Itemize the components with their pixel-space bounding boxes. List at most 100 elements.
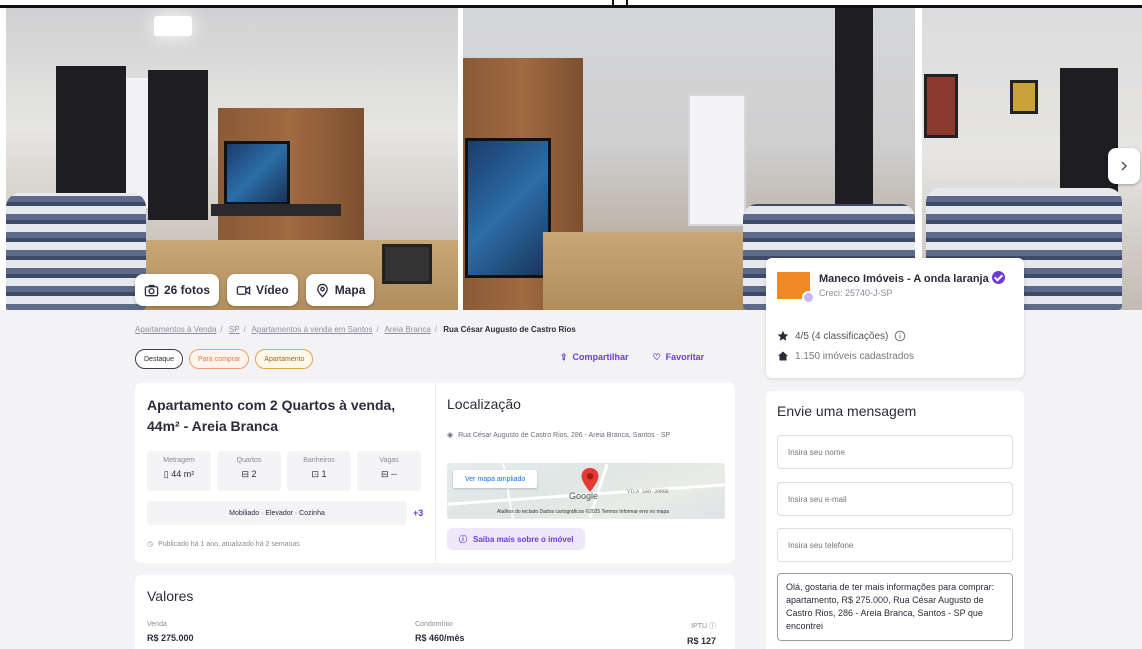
value-iptu: IPTU ⓘ R$ 127: [687, 621, 716, 646]
posted-info: ◷ Publicado há 1 ano, atualizado há 2 se…: [147, 540, 300, 549]
value-amount: R$ 127: [687, 636, 717, 646]
map-button-label: Mapa: [334, 283, 366, 297]
feature-bedrooms: Quartos ⊟ 2: [217, 451, 281, 491]
tag-purpose: Para comprar: [188, 349, 250, 369]
heart-icon: ♡: [652, 352, 661, 362]
value-sale: Venda R$ 275.000: [147, 621, 194, 643]
feature-value-text: 44 m²: [171, 469, 195, 479]
feature-value: ⊟ --: [357, 469, 421, 480]
info-icon[interactable]: [894, 330, 906, 342]
share-label: Compartilhar: [572, 352, 629, 362]
shelf: [211, 204, 341, 216]
share-icon: ⇪: [560, 352, 568, 362]
posted-text: Publicado há 1 ano, atualizado há 2 sema…: [158, 540, 300, 548]
favorite-button[interactable]: ♡ Favoritar: [653, 352, 705, 363]
map-button[interactable]: Mapa: [305, 274, 375, 306]
advertiser-creci: Creci: 25740-J-SP: [819, 288, 893, 298]
video-button-label: Vídeo: [256, 283, 289, 297]
sofa: [6, 193, 146, 310]
value-label: IPTU ⓘ: [687, 621, 716, 631]
favorite-label: Favoritar: [665, 352, 705, 362]
value-label: Venda: [147, 621, 167, 628]
feature-value: ⊟ 2: [217, 469, 281, 480]
curtain: [148, 70, 208, 220]
star-icon: [777, 330, 789, 341]
map-attribution[interactable]: Atalhos do teclado Dados cartográficos ©…: [497, 509, 669, 515]
bed-icon: ⊟: [241, 469, 249, 479]
breadcrumb-separator: /: [220, 325, 223, 334]
values-title: Valores: [147, 588, 194, 604]
advertiser-name[interactable]: Maneco Imóveis - A onda laranja: [819, 271, 1005, 285]
bath-icon: ⊡: [311, 469, 319, 479]
feature-parking: Vagas ⊟ --: [357, 451, 421, 491]
camera-icon: [144, 284, 159, 296]
value-amount: R$ 275.000: [147, 633, 194, 643]
feature-label: Quartos: [236, 457, 262, 464]
door: [688, 94, 746, 226]
car-icon: ⊟: [380, 469, 389, 479]
media-buttons: 26 fotos Vídeo Mapa: [135, 274, 375, 306]
value-label-text: IPTU: [691, 623, 708, 630]
feature-value: ▯ 44 m²: [147, 469, 211, 480]
name-input[interactable]: [777, 435, 1013, 469]
feature-area: Metragem ▯ 44 m²: [147, 451, 211, 491]
photos-button[interactable]: 26 fotos: [135, 274, 220, 306]
advertiser-properties: 1.150 imóveis cadastrados: [777, 350, 914, 362]
feature-value: ⊡ 1: [287, 469, 351, 480]
breadcrumb-link[interactable]: Areia Branca: [385, 325, 431, 334]
address-text: Rua César Augusto de Castro Rios, 286 - …: [458, 432, 671, 439]
info-icon: ⓘ: [459, 534, 467, 544]
advertiser-card[interactable]: Maneco Imóveis - A onda laranja Creci: 2…: [766, 258, 1024, 378]
location-map[interactable]: Ver mapa ampliado Google VILA SÃO JORGE …: [447, 463, 725, 519]
map-pin-icon: [581, 468, 599, 492]
advertiser-rating: 4/5 (4 classificações): [777, 330, 906, 342]
value-label: Condomínio: [415, 621, 453, 628]
breadcrumb-separator: /: [376, 325, 379, 334]
card-divider: [435, 383, 436, 563]
top-border: [0, 0, 1142, 8]
video-button[interactable]: Vídeo: [227, 274, 298, 306]
breadcrumb-current: Rua César Augusto de Castro Rios: [443, 325, 576, 334]
info-icon[interactable]: ⓘ: [709, 623, 716, 630]
map-area-label: VILA SÃO JORGE: [627, 489, 670, 495]
rating-text: 4/5 (4 classificações): [795, 330, 889, 342]
tag-highlight: Destaque: [135, 349, 183, 369]
photos-button-label: 26 fotos: [164, 283, 211, 297]
location-pin-icon: ◉: [447, 432, 454, 439]
logo-badge: [802, 291, 815, 304]
wall-painting: [924, 74, 958, 138]
email-input[interactable]: [777, 482, 1013, 516]
television: [465, 138, 551, 278]
know-more-label: Saiba mais sobre o imóvel: [473, 534, 574, 544]
features-list: Metragem ▯ 44 m² Quartos ⊟ 2 Banheiros ⊡…: [147, 451, 421, 491]
google-logo: Google: [569, 491, 599, 501]
breadcrumb: Apartamentos à Venda / SP / Apartamentos à…: [135, 325, 576, 334]
listing-title: Apartamento com 2 Quartos à venda, 44m² …: [147, 397, 396, 434]
wall-painting: [1010, 80, 1038, 114]
feature-value-text: 1: [321, 469, 327, 479]
more-amenities-link[interactable]: +3: [413, 508, 423, 518]
breadcrumb-link[interactable]: SP: [229, 325, 240, 334]
message-textarea[interactable]: Olá, gostaria de ter mais informações pa…: [777, 573, 1013, 641]
listing-tags: Destaque Para comprar Apartamento: [135, 349, 314, 369]
clock-icon: ◷: [147, 541, 154, 548]
share-button[interactable]: ⇪ Compartilhar: [560, 352, 629, 363]
tag-type: Apartamento: [255, 349, 314, 369]
breadcrumb-link[interactable]: Apartamentos à venda em Santos: [252, 325, 373, 334]
feature-value-text: 2: [251, 469, 257, 479]
listing-actions: ⇪ Compartilhar ♡ Favoritar: [560, 352, 704, 363]
location-pin-icon: [316, 283, 328, 297]
gallery-photo-living-room[interactable]: [6, 8, 458, 310]
phone-input[interactable]: [777, 528, 1013, 562]
contact-form: Envie uma mensagem Olá, gostaria de ter …: [766, 391, 1024, 649]
feature-label: Vagas: [379, 457, 399, 464]
view-larger-map-button[interactable]: Ver mapa ampliado: [453, 470, 538, 488]
gallery-next-button[interactable]: [1108, 148, 1140, 184]
top-divider: [612, 0, 614, 8]
listing-card: Apartamento com 2 Quartos à venda, 44m² …: [135, 383, 735, 563]
breadcrumb-link[interactable]: Apartamentos à Venda: [135, 325, 216, 334]
know-more-button[interactable]: ⓘ Saiba mais sobre o imóvel: [447, 528, 586, 550]
advertiser-logo: [777, 272, 815, 304]
breadcrumb-separator: /: [243, 325, 246, 334]
ruler-icon: ▯: [163, 469, 169, 479]
